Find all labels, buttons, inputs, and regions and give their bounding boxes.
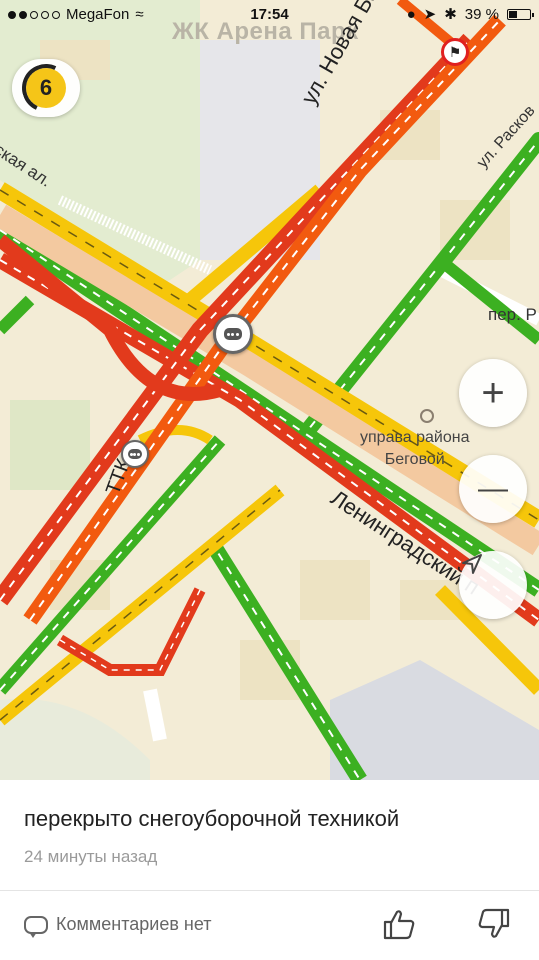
- event-title: перекрыто снегоуборочной техникой: [24, 806, 400, 831]
- traffic-map[interactable]: ЖК Арена Парк ул. Новая Башил Ленинградс…: [0, 0, 539, 780]
- event-panel: перекрыто снегоуборочной техникой 24 мин…: [0, 780, 539, 960]
- road-closure-icon[interactable]: ⚑: [441, 38, 469, 66]
- like-button[interactable]: [379, 904, 419, 944]
- battery-percent: 39 %: [464, 5, 499, 23]
- comments-label: Комментариев нет: [56, 914, 212, 934]
- orientation-lock-icon: ●: [406, 5, 416, 23]
- comments-button[interactable]: Комментариев нет: [24, 914, 212, 938]
- poi-label-line1: управа района: [360, 429, 470, 446]
- traffic-level-icon: 6: [26, 68, 66, 108]
- zoom-out-button[interactable]: —: [459, 455, 527, 523]
- status-bar: MegaFon ≈ 17:54 ● ➤ ✱ 39 %: [0, 0, 539, 30]
- road-event-chat-icon[interactable]: [213, 314, 253, 354]
- my-location-button[interactable]: [459, 551, 527, 619]
- zoom-in-button[interactable]: +: [459, 359, 527, 427]
- location-services-icon: ➤: [423, 6, 437, 23]
- poi-marker-icon[interactable]: [420, 409, 434, 423]
- poi-label-line2: Беговой: [384, 451, 445, 468]
- street-label-per: пер. Р: [488, 305, 537, 324]
- thumbs-down-icon: [478, 908, 510, 938]
- comment-icon: [24, 915, 48, 938]
- event-time: 24 минуты назад: [24, 847, 158, 866]
- traffic-score-value: 6: [39, 75, 53, 100]
- poi-label[interactable]: управа района Беговой: [360, 409, 470, 471]
- road-event-chat-small-icon[interactable]: [121, 440, 149, 468]
- divider: [0, 890, 539, 891]
- bluetooth-icon: ✱: [444, 6, 457, 23]
- battery-icon: [507, 8, 534, 20]
- thumbs-up-icon: [383, 910, 415, 940]
- dislike-button[interactable]: [474, 904, 514, 944]
- traffic-score-button[interactable]: 6: [12, 59, 80, 117]
- location-arrow-icon: [462, 554, 482, 574]
